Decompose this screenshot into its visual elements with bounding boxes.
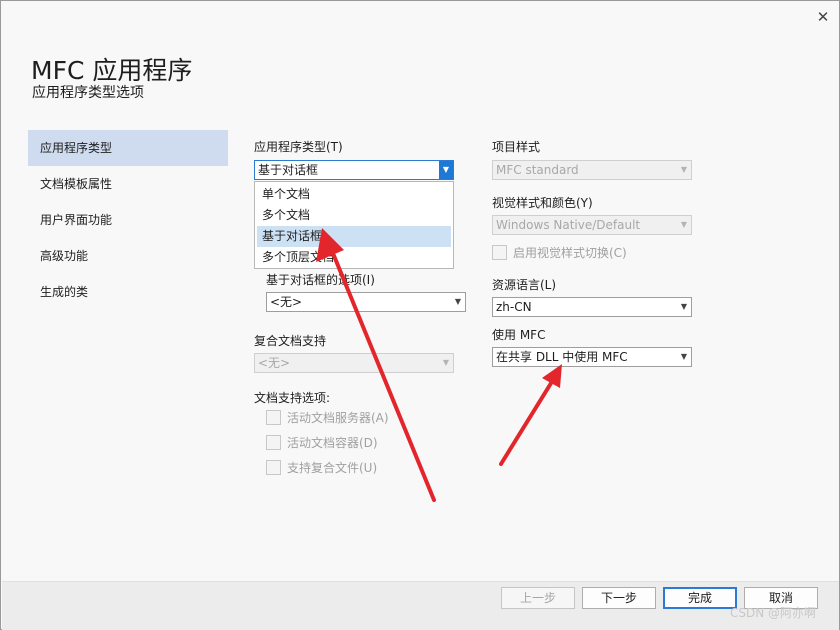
checkbox-box	[492, 245, 507, 260]
visual-style-toggle-checkbox: 启用视觉样式切换(C)	[492, 244, 627, 262]
dropdown-option-multi-doc[interactable]: 多个文档	[255, 205, 453, 226]
app-type-value: 基于对话框	[258, 163, 319, 177]
compound-doc-label: 复合文档支持	[254, 334, 327, 348]
app-type-combo[interactable]: 基于对话框 ▼	[254, 160, 454, 180]
chevron-down-icon: ▼	[442, 358, 449, 367]
checkbox-box	[266, 435, 281, 450]
project-style-combo: MFC standard ▼	[492, 160, 692, 180]
compound-files-checkbox: 支持复合文件(U)	[266, 459, 377, 477]
nav-item-doc-template[interactable]: 文档模板属性	[28, 166, 228, 202]
chevron-down-icon: ▼	[680, 165, 687, 174]
chevron-down-icon[interactable]: ▼	[439, 161, 453, 179]
doc-support-label: 文档支持选项:	[254, 391, 331, 405]
dialog-options-label: 基于对话框的选项(I)	[266, 273, 375, 287]
use-mfc-label: 使用 MFC	[492, 328, 546, 342]
nav-item-generated-classes[interactable]: 生成的类	[28, 274, 228, 310]
finish-button[interactable]: 完成	[663, 587, 737, 609]
back-button[interactable]: 上一步	[501, 587, 575, 609]
wizard-nav: 应用程序类型 文档模板属性 用户界面功能 高级功能 生成的类	[28, 130, 228, 310]
compound-doc-value: <无>	[258, 356, 291, 370]
chevron-down-icon: ▼	[680, 302, 687, 311]
active-doc-server-checkbox: 活动文档服务器(A)	[266, 409, 389, 427]
app-type-label: 应用程序类型(T)	[254, 140, 343, 154]
visual-style-label: 视觉样式和颜色(Y)	[492, 196, 593, 210]
chevron-down-icon: ▼	[454, 297, 461, 306]
nav-item-advanced[interactable]: 高级功能	[28, 238, 228, 274]
checkbox-box	[266, 410, 281, 425]
dropdown-option-dialog-based[interactable]: 基于对话框	[257, 226, 451, 247]
visual-style-value: Windows Native/Default	[496, 218, 641, 232]
checkbox-label: 活动文档容器(D)	[287, 436, 378, 450]
close-icon[interactable]: ✕	[813, 7, 833, 27]
compound-doc-combo: <无> ▼	[254, 353, 454, 373]
mfc-wizard-dialog: ✕ MFC 应用程序 应用程序类型选项 应用程序类型 文档模板属性 用户界面功能…	[0, 0, 840, 630]
checkbox-label: 活动文档服务器(A)	[287, 411, 389, 425]
checkbox-box	[266, 460, 281, 475]
use-mfc-combo[interactable]: 在共享 DLL 中使用 MFC ▼	[492, 347, 692, 367]
active-doc-container-checkbox: 活动文档容器(D)	[266, 434, 378, 452]
visual-style-combo: Windows Native/Default ▼	[492, 215, 692, 235]
chevron-down-icon: ▼	[680, 352, 687, 361]
resource-lang-combo[interactable]: zh-CN ▼	[492, 297, 692, 317]
dialog-options-combo[interactable]: <无> ▼	[266, 292, 466, 312]
use-mfc-value: 在共享 DLL 中使用 MFC	[496, 350, 628, 364]
watermark: CSDN @阿亦啊	[730, 606, 817, 620]
nav-item-app-type[interactable]: 应用程序类型	[28, 130, 228, 166]
dropdown-option-single-doc[interactable]: 单个文档	[255, 184, 453, 205]
project-style-label: 项目样式	[492, 140, 541, 154]
resource-lang-value: zh-CN	[496, 300, 532, 314]
checkbox-label: 启用视觉样式切换(C)	[513, 246, 627, 260]
app-type-dropdown-list: 单个文档 多个文档 基于对话框 多个顶层文档	[254, 181, 454, 269]
dialog-options-value: <无>	[270, 295, 303, 309]
dropdown-option-multi-top-level[interactable]: 多个顶层文档	[255, 247, 453, 268]
page-subtitle: 应用程序类型选项	[32, 85, 144, 101]
resource-lang-label: 资源语言(L)	[492, 278, 557, 292]
checkbox-label: 支持复合文件(U)	[287, 461, 378, 475]
nav-item-ui-features[interactable]: 用户界面功能	[28, 202, 228, 238]
next-button[interactable]: 下一步	[582, 587, 656, 609]
chevron-down-icon: ▼	[680, 220, 687, 229]
project-style-value: MFC standard	[496, 163, 579, 177]
